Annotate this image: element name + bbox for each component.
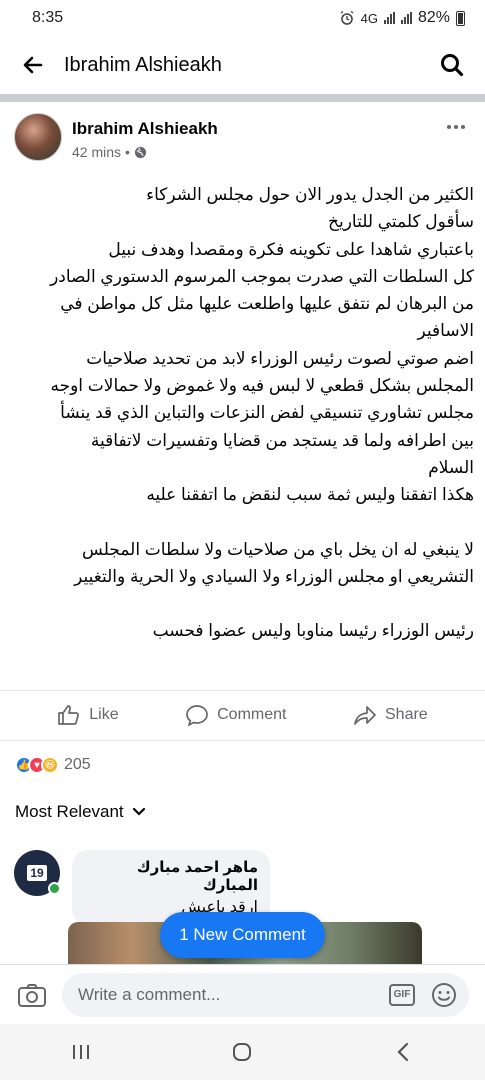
share-button[interactable]: Share	[353, 704, 428, 726]
status-icons: 4G 82%	[339, 9, 465, 27]
post-line: سأقول كلمتي للتاريخ	[327, 212, 474, 232]
post-line: الاسافير	[417, 321, 474, 341]
comment-sort-dropdown[interactable]: Most Relevant	[15, 802, 146, 822]
divider	[0, 740, 485, 741]
avatar-badge: 19	[27, 865, 47, 881]
post-line: كل السلطات التي صدرت بموجب المرسوم الدست…	[50, 266, 474, 286]
post-meta: Ibrahim Alshieakh 42 mins •	[72, 113, 441, 169]
back-arrow-icon[interactable]	[18, 50, 48, 80]
author-avatar[interactable]	[14, 113, 62, 161]
comment-icon	[186, 705, 208, 726]
like-label: Like	[89, 706, 119, 723]
post-line: السلام	[428, 457, 474, 477]
recent-apps-icon[interactable]	[70, 1043, 92, 1061]
globe-icon	[134, 146, 147, 158]
comment-placeholder: Write a comment...	[78, 984, 221, 1004]
post-line: التشريعي او مجلس الوزراء ولا السيادي ولا…	[74, 566, 474, 586]
like-icon	[58, 705, 80, 725]
battery-icon	[456, 10, 465, 26]
comment-composer: Write a comment... GIF	[0, 964, 485, 1024]
share-icon	[354, 706, 376, 725]
haha-reaction-icon: 😆	[41, 756, 59, 774]
commenter-avatar[interactable]: 19	[14, 850, 61, 896]
more-options-icon[interactable]	[441, 117, 471, 137]
search-icon[interactable]	[437, 50, 467, 80]
post-line: المجلس بشكل قطعي لا لبس فيه ولا غموض ولا…	[50, 376, 474, 396]
divider	[0, 690, 485, 691]
meta-separator: •	[125, 144, 130, 160]
post-line: الكثير من الجدل يدور الان حول مجلس الشرك…	[146, 185, 474, 204]
page-title: Ibrahim Alshieakh	[64, 53, 222, 76]
reactions-summary[interactable]: 👍 ♥ 😆 205	[15, 756, 91, 774]
network-type: 4G	[360, 10, 378, 26]
online-status-icon	[48, 882, 61, 895]
post-timestamp: 42 mins •	[72, 144, 441, 160]
home-icon[interactable]	[231, 1041, 253, 1063]
post-line: اضم صوتي لصوت رئيس الوزراء لابد من تحديد…	[86, 348, 474, 368]
alarm-icon	[340, 10, 354, 25]
post-body: الكثير من الجدل يدور الان حول مجلس الشرك…	[8, 181, 474, 644]
share-label: Share	[385, 706, 428, 723]
post-line: هكذا اتفقنا وليس ثمة سبب لنقض ما اتفقنا …	[146, 485, 474, 505]
reaction-count: 205	[64, 756, 91, 773]
post-line: مجلس تشاوري تنسيقي لفض النزعات والتباين …	[60, 403, 474, 423]
status-time: 8:35	[32, 9, 64, 26]
post-line: من البرهان لم نتفق عليها واطلعت عليها مث…	[60, 294, 474, 314]
post-author-name[interactable]: Ibrahim Alshieakh	[72, 119, 441, 139]
like-button[interactable]: Like	[57, 704, 119, 726]
post-time-text[interactable]: 42 mins	[72, 144, 121, 160]
signal-icon	[383, 12, 395, 24]
gif-icon[interactable]: GIF	[389, 983, 415, 1006]
post-line: لا ينبغي له ان يخل باي من صلاحيات ولا سل…	[82, 539, 474, 559]
new-comment-pill[interactable]: 1 New Comment	[160, 912, 325, 958]
post-line: رئيس الوزراء رئيسا مناوبا وليس عضوا فحسب	[152, 621, 474, 641]
post-actions: Like Comment Share	[0, 697, 485, 733]
section-divider	[0, 94, 485, 102]
emoji-icon[interactable]	[431, 982, 457, 1008]
camera-icon[interactable]	[16, 979, 48, 1011]
signal-icon-2	[400, 12, 412, 24]
post-line: باعتباري شاهدا على تكوينه فكرة ومقصدا وه…	[108, 239, 474, 259]
post-line: بين اطرافه ولما قد يستجد من قضايا وتفسير…	[90, 430, 474, 450]
comment-button[interactable]: Comment	[185, 704, 286, 726]
system-back-icon[interactable]	[393, 1041, 415, 1063]
system-nav-bar	[0, 1024, 485, 1080]
chevron-down-icon	[132, 807, 145, 816]
app-bar: Ibrahim Alshieakh	[0, 36, 485, 94]
commenter-name[interactable]: ماهر احمد مبارك المبارك	[84, 858, 258, 894]
status-bar: 8:35 4G 82%	[0, 0, 485, 36]
battery-percent: 82%	[417, 9, 450, 26]
comment-input[interactable]: Write a comment... GIF	[62, 972, 469, 1017]
post-header: Ibrahim Alshieakh 42 mins •	[14, 113, 471, 169]
sort-label: Most Relevant	[15, 802, 124, 821]
comment-label: Comment	[217, 706, 287, 723]
